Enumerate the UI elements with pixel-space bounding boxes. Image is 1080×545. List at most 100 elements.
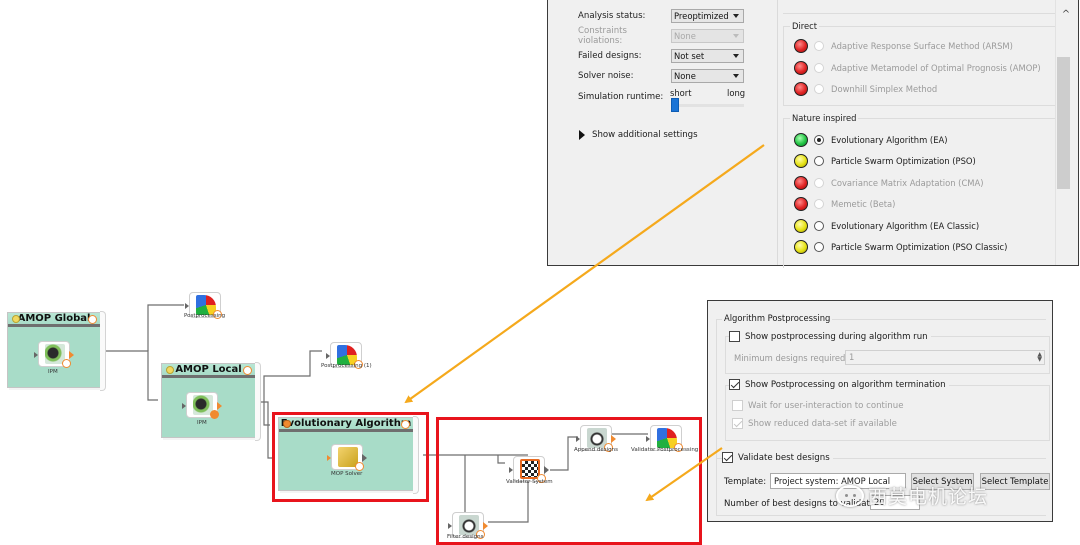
wire [263,350,322,402]
checkbox-disabled [732,400,743,411]
radio-downhill-simplex [814,84,824,94]
radio-cma [814,178,824,188]
show-on-termination-label: Show Postprocessing on algorithm termina… [745,379,946,390]
algo-pso-classic[interactable]: Particle Swarm Optimization (PSO Classic… [794,239,1007,255]
validate-best-designs-label: Validate best designs [738,452,830,463]
status-lamp-red-icon [794,176,808,190]
radio-memetic [814,199,824,209]
solver-noise-select[interactable]: None [671,69,744,83]
algorithm-postprocessing-title: Algorithm Postprocessing [722,313,833,323]
show-during-run-label: Show postprocessing during algorithm run [745,331,928,342]
status-badge-icon [210,410,219,419]
radio-ea[interactable] [814,135,824,145]
validate-best-designs-checkbox[interactable]: Validate best designs [722,452,833,463]
algo-label: Evolutionary Algorithm (EA) [831,135,948,145]
system-header: AMOP Global [8,313,100,327]
status-lamp-red-icon [794,197,808,211]
runtime-slider-handle[interactable] [671,98,679,112]
template-label: Template: [724,477,767,487]
algo-label: Covariance Matrix Adaptation (CMA) [831,178,984,188]
constraints-row: Constraints violations: [578,26,670,46]
on-termination-group [725,385,1050,441]
min-designs-value: 1 [849,352,855,362]
min-designs-spinbox: 1 ▲ ▼ [845,350,1045,365]
show-additional-settings-toggle[interactable]: Show additional settings [579,130,698,140]
analysis-status-label: Analysis status: [578,11,646,21]
highlight-box-validation [436,417,702,545]
output-port-icon [69,351,74,359]
status-lamp-red-icon [794,82,808,96]
group-title-nature-inspired: Nature inspired [790,113,859,123]
analysis-status-row: Analysis status: [578,9,670,23]
algo-arsm: Adaptive Response Surface Method (ARSM) [794,38,1013,54]
checkbox-checked[interactable] [722,452,733,463]
runtime-slider-track[interactable] [671,104,744,107]
algo-label: Evolutionary Algorithm (EA Classic) [831,221,980,231]
dropdown-arrow-icon [733,74,739,78]
bulb-icon [12,315,20,323]
dropdown-arrow-icon [733,34,739,38]
watermark-text: 西莫电机论坛 [868,486,989,508]
checkbox-unchecked[interactable] [729,331,740,342]
expand-triangle-icon [579,130,585,140]
algo-label: Memetic (Beta) [831,199,896,209]
system-title: AMOP Global [17,313,91,324]
group-nature-inspired: Nature inspired Evolutionary Algorithm (… [783,113,1055,268]
radio-pso-classic[interactable] [814,242,824,252]
node-label: Postprocessing (1) [321,363,372,369]
solver-noise-value: None [674,71,696,81]
constraints-violations-select: None [671,29,744,43]
wire [147,304,184,351]
status-lamp-red-icon [794,39,808,53]
system-amop-local[interactable]: AMOP Local IPM [161,362,261,441]
dropdown-arrow-icon [733,54,739,58]
node-label: IPM [197,420,207,426]
show-additional-settings-label: Show additional settings [592,130,698,140]
system-amop-global[interactable]: AMOP Global IPM [7,311,106,391]
node-ipm-local[interactable] [182,392,222,419]
solver-noise-row: Solver noise: [578,69,670,83]
bulb-icon [166,366,174,374]
input-port-icon [185,303,189,309]
show-on-termination-checkbox[interactable]: Show Postprocessing on algorithm termina… [729,379,949,390]
wire [263,402,270,426]
algo-ea-classic[interactable]: Evolutionary Algorithm (EA Classic) [794,218,979,234]
top-separator [783,13,1055,14]
algo-pso[interactable]: Particle Swarm Optimization (PSO) [794,153,976,169]
algo-ea[interactable]: Evolutionary Algorithm (EA) [794,132,947,148]
system-header: AMOP Local [162,364,255,378]
algo-label: Downhill Simplex Method [831,84,938,94]
group-direct: Direct Adaptive Response Surface Method … [783,21,1055,106]
checkbox-disabled-checked [732,418,743,429]
select-template-button[interactable]: Select Template [980,473,1050,490]
status-ok-icon [243,366,252,375]
wait-user-label: Wait for user-interaction to continue [748,400,904,411]
failed-designs-row: Failed designs: [578,49,670,63]
radio-ea-classic[interactable] [814,221,824,231]
scroll-up-icon[interactable]: ^ [1056,9,1076,20]
analysis-status-select[interactable]: Preoptimized [671,9,744,23]
status-lamp-yellow-icon [794,240,808,254]
input-port-icon [182,403,186,409]
system-title: AMOP Local [175,364,242,375]
wait-user-checkbox: Wait for user-interaction to continue [732,400,903,411]
status-lamp-green-icon [794,133,808,147]
checkbox-checked[interactable] [729,379,740,390]
wechat-icon [836,484,864,507]
input-port-icon [34,352,38,358]
radio-arsm [814,41,824,51]
status-lamp-yellow-icon [794,154,808,168]
scrollbar-thumb[interactable] [1057,57,1070,189]
radio-pso[interactable] [814,156,824,166]
algo-memetic: Memetic (Beta) [794,196,895,212]
node-ipm-global[interactable] [34,341,74,368]
algo-label: Particle Swarm Optimization (PSO) [831,156,976,166]
show-during-run-checkbox[interactable]: Show postprocessing during algorithm run [729,331,931,342]
runtime-short-label: short [670,88,692,98]
constraints-violations-label: Constraints violations: [578,26,628,46]
watermark: 西莫电机论坛 [836,482,988,509]
algo-amop: Adaptive Metamodel of Optimal Prognosis … [794,60,1041,76]
failed-designs-select[interactable]: Not set [671,49,744,63]
algo-label: Particle Swarm Optimization (PSO Classic… [831,242,1008,252]
wire [106,350,158,401]
